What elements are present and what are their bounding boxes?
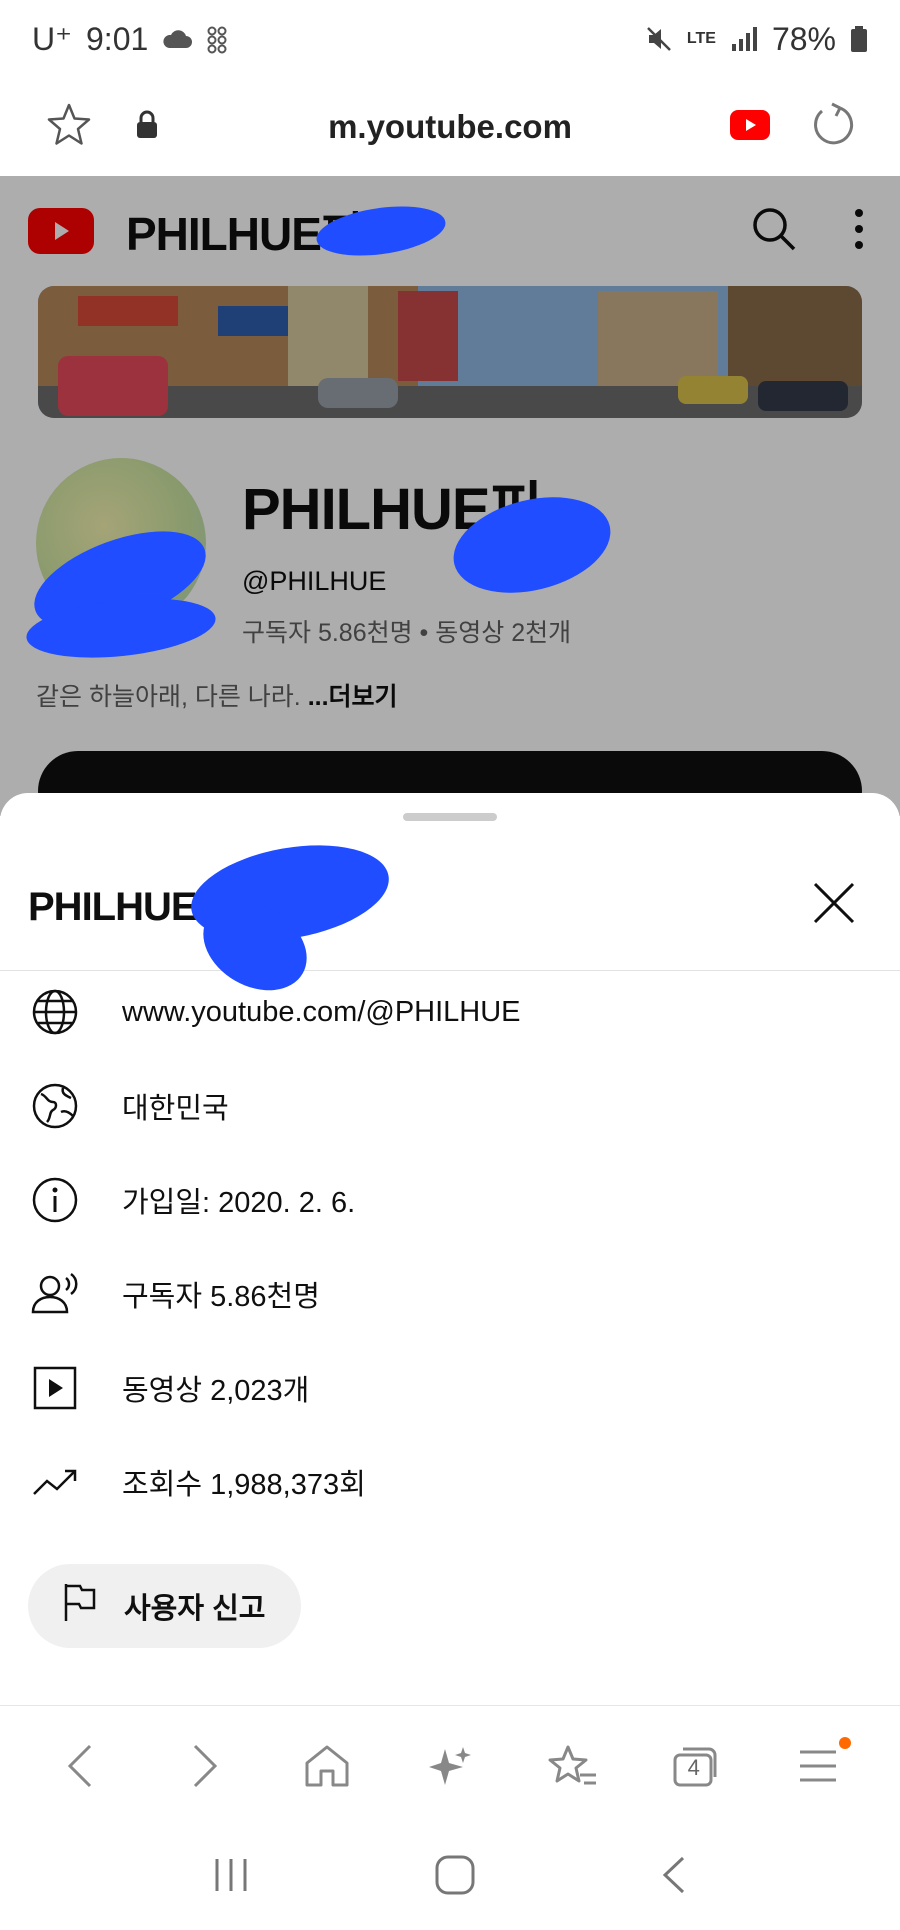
carrier-label: U⁺ (32, 21, 72, 57)
app-notification-icon (206, 24, 230, 54)
browser-url-bar: m.youtube.com (0, 78, 900, 176)
bookmark-star-icon[interactable] (44, 100, 94, 155)
earth-icon (30, 1081, 80, 1131)
subscribers-icon (30, 1269, 80, 1319)
bookmarks-button[interactable] (538, 1731, 608, 1801)
youtube-app-icon[interactable] (730, 109, 770, 145)
lock-icon[interactable] (134, 110, 160, 145)
modal-backdrop[interactable] (0, 176, 900, 816)
system-back-button[interactable] (659, 1854, 689, 1901)
subscribers-text: 구독자 5.86천명 (122, 1281, 320, 1313)
menu-button[interactable] (783, 1731, 853, 1801)
network-label: LTE (686, 30, 716, 47)
browser-toolbar: 4 (0, 1705, 900, 1825)
sparkle-ai-icon[interactable] (415, 1731, 485, 1801)
back-button[interactable] (46, 1731, 116, 1801)
channel-url-text[interactable]: www.youtube.com/@PHILHUE (122, 996, 521, 1029)
close-button[interactable] (804, 873, 864, 933)
info-icon (30, 1175, 80, 1225)
globe-icon (30, 987, 80, 1037)
sheet-drag-handle[interactable] (403, 813, 497, 821)
country-text: 대한민국 (122, 1093, 229, 1125)
video-icon (30, 1363, 80, 1413)
status-bar: U⁺ 9:01 LTE 78% (0, 0, 900, 78)
flag-icon (60, 1581, 100, 1631)
reload-icon[interactable] (810, 102, 856, 153)
about-bottom-sheet: PHILHUE피 www.youtube.com/@PHILHUE 대한민국 가… (0, 793, 900, 1705)
about-list: www.youtube.com/@PHILHUE 대한민국 가입일: 2020.… (0, 965, 900, 1529)
joined-date-text: 가입일: 2020. 2. 6. (122, 1187, 356, 1219)
videos-text: 동영상 2,023개 (122, 1375, 310, 1407)
about-item-country: 대한민국 (0, 1059, 900, 1153)
cloud-icon (162, 28, 193, 50)
about-item-videos: 동영상 2,023개 (0, 1341, 900, 1435)
report-user-label: 사용자 신고 (124, 1593, 266, 1625)
about-item-joined: 가입일: 2020. 2. 6. (0, 1153, 900, 1247)
battery-percent: 78% (771, 20, 836, 57)
views-text: 조회수 1,988,373회 (122, 1469, 366, 1501)
trending-icon (30, 1457, 80, 1507)
report-user-button[interactable]: 사용자 신고 (28, 1564, 302, 1648)
notification-dot (839, 1736, 852, 1749)
signal-icon (730, 26, 758, 52)
tabs-button[interactable]: 4 (661, 1731, 731, 1801)
system-home-button[interactable] (434, 1854, 476, 1901)
clock: 9:01 (86, 20, 149, 57)
about-item-subscribers: 구독자 5.86천명 (0, 1247, 900, 1341)
battery-icon (850, 25, 868, 53)
about-item-views: 조회수 1,988,373회 (0, 1435, 900, 1529)
home-button[interactable] (292, 1731, 362, 1801)
tab-count: 4 (687, 1754, 700, 1780)
system-navigation-bar (0, 1825, 900, 1930)
recent-apps-button[interactable] (211, 1856, 251, 1899)
about-item-link[interactable]: www.youtube.com/@PHILHUE (0, 965, 900, 1059)
mute-icon (645, 25, 673, 53)
forward-button[interactable] (169, 1731, 239, 1801)
